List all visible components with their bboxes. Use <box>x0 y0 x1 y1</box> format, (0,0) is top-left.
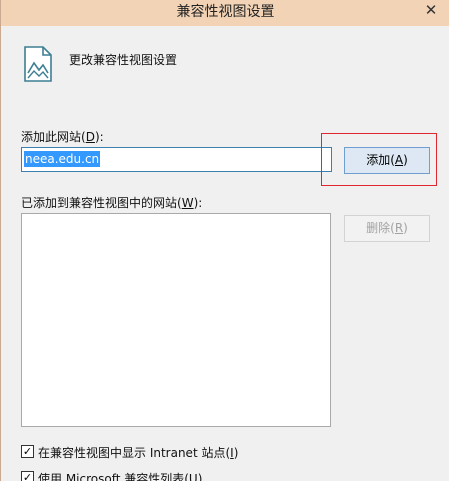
close-icon: ✕ <box>424 1 438 19</box>
added-sites-list[interactable] <box>21 213 331 427</box>
ms-compat-list-option-label: 使用 Microsoft 兼容性列表(U) <box>38 472 203 481</box>
title-bar[interactable]: 兼容性视图设置 ✕ <box>1 0 449 26</box>
header-description: 更改兼容性视图设置 <box>69 53 178 67</box>
add-site-input[interactable]: neea.edu.cn <box>21 147 332 172</box>
remove-button[interactable]: 删除(R) <box>344 215 430 242</box>
highlight-annotation <box>321 133 437 186</box>
add-site-label: 添加此网站(D): <box>21 130 104 144</box>
ms-compat-list-checkbox[interactable]: ✓ <box>21 471 34 481</box>
compatibility-view-dialog: 兼容性视图设置 ✕ 更改兼容性视图设置 添加此网站(D): neea.edu.c… <box>0 0 449 481</box>
close-button[interactable]: ✕ <box>412 0 449 22</box>
intranet-option-label: 在兼容性视图中显示 Intranet 站点(I) <box>38 446 239 460</box>
add-site-input-value: neea.edu.cn <box>24 151 101 167</box>
checkmark-icon: ✓ <box>22 471 33 481</box>
intranet-checkbox[interactable]: ✓ <box>21 445 34 458</box>
document-picture-icon <box>24 46 52 82</box>
added-sites-label: 已添加到兼容性视图中的网站(W): <box>21 196 203 210</box>
checkmark-icon: ✓ <box>22 445 33 458</box>
window-title: 兼容性视图设置 <box>176 4 275 20</box>
